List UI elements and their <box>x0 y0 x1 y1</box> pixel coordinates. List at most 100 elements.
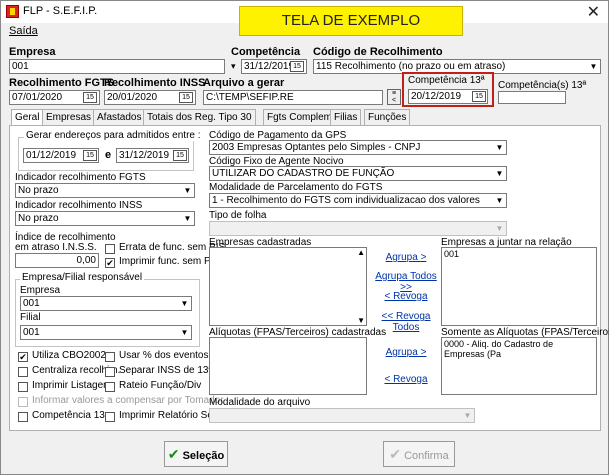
mod-arquivo-select[interactable]: ▼ <box>209 408 475 423</box>
ind-inss-value: No prazo <box>18 213 59 224</box>
calendar-icon[interactable]: 15 <box>472 91 486 102</box>
usar-checkbox[interactable] <box>105 352 115 362</box>
resp-filial-select[interactable]: 001 ▼ <box>20 325 192 340</box>
imp-relatorio-label: Imprimir Relatório Sefip <box>119 410 224 421</box>
ind-inss-label: Indicador recolhimento INSS <box>15 200 143 211</box>
empresa-field[interactable]: 001 <box>9 59 225 74</box>
calendar-icon[interactable]: 15 <box>83 150 97 161</box>
chevron-down-icon[interactable]: ▼ <box>493 167 506 180</box>
arquivo-field[interactable]: C:\TEMP\SEFIP.RE <box>203 90 383 105</box>
empresas-cad-list[interactable]: ▲ ▼ <box>209 247 367 326</box>
resp-empresa-value: 001 <box>23 298 40 309</box>
rateio-checkbox[interactable] <box>105 382 115 392</box>
confirma-label: Confirma <box>404 450 449 462</box>
informar-checkbox[interactable] <box>18 397 28 407</box>
chevron-down-icon[interactable]: ▼ <box>493 222 506 235</box>
chevron-down-icon[interactable]: ▼ <box>461 409 474 422</box>
confirma-button[interactable]: ✔ Confirma <box>383 441 455 467</box>
cod-fixo-select[interactable]: UTILIZAR DO CADASTRO DE FUNÇÃO ▼ <box>209 166 507 181</box>
tab-fgts-complem[interactable]: Fgts Complem. <box>263 109 339 125</box>
imp-listagem-checkbox[interactable] <box>18 382 28 392</box>
modalidade-select[interactable]: 1 - Recolhimento do FGTS com individuali… <box>209 193 507 208</box>
rateio-label: Rateio Função/Div <box>119 380 202 391</box>
tab-totais[interactable]: Totais dos Reg. Tipo 30 <box>143 109 256 125</box>
calendar-icon[interactable]: 15 <box>83 92 97 103</box>
imp-relatorio-checkbox[interactable] <box>105 412 115 422</box>
separar-checkbox[interactable] <box>105 367 115 377</box>
ind-inss-select[interactable]: No prazo ▼ <box>15 211 195 226</box>
imprimir-pis-checkbox[interactable]: ✔ <box>105 258 115 268</box>
informar-label: Informar valores a compensar por Tomador <box>32 395 224 406</box>
chevron-down-icon[interactable]: ▼ <box>493 141 506 154</box>
chevron-down-icon[interactable]: ▼ <box>178 326 191 339</box>
ind-fgts-label: Indicador recolhimento FGTS <box>15 172 146 183</box>
resp-empresa-select[interactable]: 001 ▼ <box>20 296 192 311</box>
chevron-down-icon[interactable]: ▼ <box>181 184 194 197</box>
window-title: FLP - S.E.F.I.P. <box>23 5 98 17</box>
tab-panel-geral: Gerar endereços para admitidos entre : 0… <box>9 125 609 431</box>
gerar-label: Gerar endereços para admitidos entre : <box>24 130 203 141</box>
competencia-label: Competência <box>231 46 301 58</box>
list-item[interactable]: 001 <box>444 249 594 259</box>
selecao-label: Seleção <box>182 450 225 462</box>
app-icon <box>6 5 19 18</box>
check-icon: ✔ <box>389 446 402 462</box>
empresa-label: Empresa <box>9 46 56 58</box>
arquivo-label: Arquivo a gerar <box>203 77 285 89</box>
tipo-folha-label: Tipo de folha <box>209 210 267 221</box>
cod-pag-value: 2003 Empresas Optantes pelo Simples - CN… <box>212 142 421 153</box>
cod-fixo-value: UTILIZAR DO CADASTRO DE FUNÇÃO <box>212 168 395 179</box>
cbo-checkbox[interactable]: ✔ <box>18 352 28 362</box>
modalidade-value: 1 - Recolhimento do FGTS com individuali… <box>212 195 480 206</box>
e-label: e <box>105 149 112 161</box>
indice-field[interactable]: 0,00 <box>15 253 99 268</box>
tab-filias[interactable]: Filias <box>330 109 362 125</box>
calendar-icon[interactable]: 15 <box>179 92 193 103</box>
calendar-icon[interactable]: 15 <box>173 150 187 161</box>
comp13-checkbox[interactable] <box>18 412 28 422</box>
chevron-down-icon[interactable]: ▼ <box>493 194 506 207</box>
check-icon: ✔ <box>167 446 180 462</box>
scroll-up-icon[interactable]: ▲ <box>357 248 365 257</box>
ind-fgts-value: No prazo <box>18 185 59 196</box>
list-item[interactable]: 0000 - Aliq. do Cadastro de Empresas (Pa <box>444 339 594 359</box>
rec-fgts-label: Recolhimento FGTS <box>9 77 115 89</box>
resp-filial-label: Filial <box>20 312 41 323</box>
errata-checkbox[interactable] <box>105 244 115 254</box>
chevron-down-icon[interactable]: ▼ <box>587 60 600 73</box>
folder-icon[interactable]: ≡ < <box>387 89 401 105</box>
tab-afastados[interactable]: Afastados <box>93 109 146 125</box>
separar-label: Separar INSS de 13ª <box>119 365 213 376</box>
agrupa2-button[interactable]: Agrupa > <box>372 347 440 358</box>
comp13-check-label: Competência 13 <box>32 410 105 421</box>
chevron-down-icon[interactable]: ▼ <box>178 297 191 310</box>
agrupa-button[interactable]: Agrupa > <box>372 252 440 263</box>
close-icon[interactable]: ✕ <box>587 2 600 22</box>
comps13-field[interactable] <box>498 91 566 104</box>
resp-empresa-label: Empresa <box>20 285 61 296</box>
empresas-juntar-list[interactable]: 001 <box>441 247 597 326</box>
cod-pag-select[interactable]: 2003 Empresas Optantes pelo Simples - CN… <box>209 140 507 155</box>
revoga-button[interactable]: < Revoga <box>372 291 440 302</box>
scroll-down-icon[interactable]: ▼ <box>357 316 365 325</box>
comp13-label: Competência 13ª <box>408 75 485 86</box>
tab-funcoes[interactable]: Funções <box>364 109 411 125</box>
menu-saida[interactable]: Saída <box>9 25 38 37</box>
tipo-folha-select[interactable]: ▼ <box>209 221 507 236</box>
codigo-label: Código de Recolhimento <box>313 46 443 58</box>
revoga2-button[interactable]: < Revoga <box>372 374 440 385</box>
imp-listagem-label: Imprimir Listagem <box>32 380 112 391</box>
competencia-dropdown-icon[interactable]: ▾ <box>231 61 236 72</box>
mod-arquivo-label: Modalidade do arquivo <box>209 397 311 408</box>
somente-list[interactable]: 0000 - Aliq. do Cadastro de Empresas (Pa <box>441 337 597 395</box>
tab-geral[interactable]: Geral <box>11 109 44 126</box>
chevron-down-icon[interactable]: ▼ <box>181 212 194 225</box>
selecao-button[interactable]: ✔ Seleção <box>164 441 228 467</box>
modalidade-label: Modalidade de Parcelamento do FGTS <box>209 182 383 193</box>
agrupa-todos-button[interactable]: Agrupa Todos >> <box>372 271 440 293</box>
ind-fgts-select[interactable]: No prazo ▼ <box>15 183 195 198</box>
centraliza-checkbox[interactable] <box>18 367 28 377</box>
aliq-list[interactable] <box>209 337 367 395</box>
tab-empresas[interactable]: Empresas <box>42 109 96 125</box>
calendar-icon[interactable]: 15 <box>290 61 304 72</box>
